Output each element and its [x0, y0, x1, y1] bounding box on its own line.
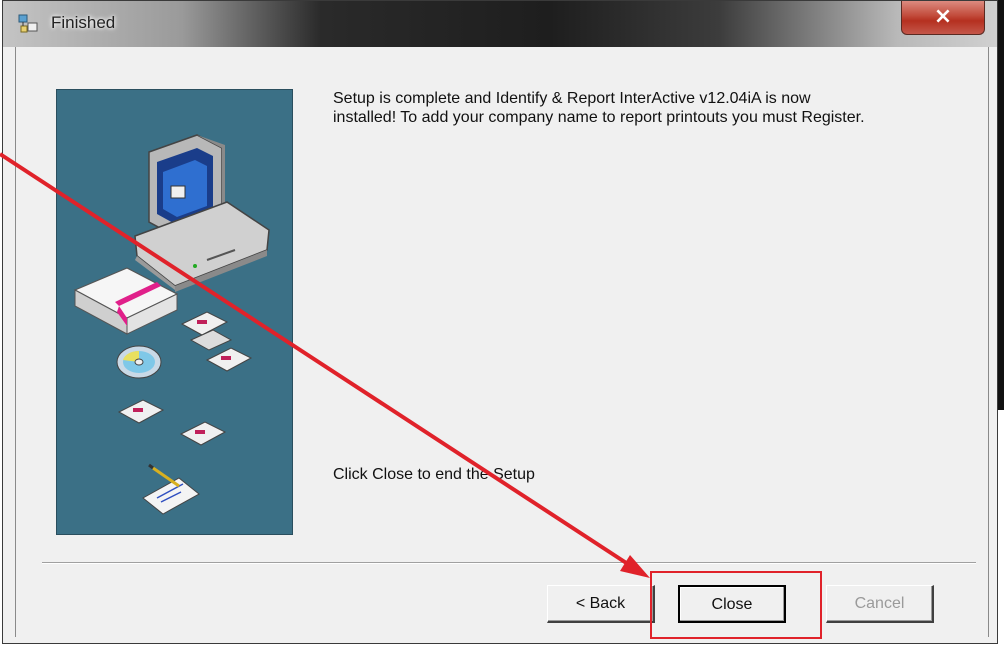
cancel-button[interactable]: Cancel — [826, 585, 934, 623]
computer-install-illustration — [73, 134, 270, 515]
window-close-button[interactable]: × — [901, 1, 985, 35]
close-button-highlight-box — [650, 571, 822, 639]
close-instruction: Click Close to end the Setup — [333, 466, 535, 483]
floppy-disks — [117, 311, 253, 446]
close-icon: × — [933, 4, 953, 29]
setup-app-icon — [18, 14, 38, 33]
window-title: Finished — [51, 13, 116, 32]
button-divider — [42, 562, 976, 564]
completion-message: Setup is complete and Identify & Report … — [333, 89, 973, 127]
title-bar[interactable]: Finished × — [3, 1, 997, 47]
back-button[interactable]: < Back — [547, 585, 655, 623]
dialog-client-area: Setup is complete and Identify & Report … — [15, 47, 989, 637]
setup-dialog-window: Finished × Setup is complete and Identif… — [2, 0, 998, 644]
message-line: Setup is complete and Identify & Report … — [333, 90, 811, 107]
setup-illustration-panel — [56, 89, 293, 535]
message-line: installed! To add your company name to r… — [333, 109, 865, 126]
